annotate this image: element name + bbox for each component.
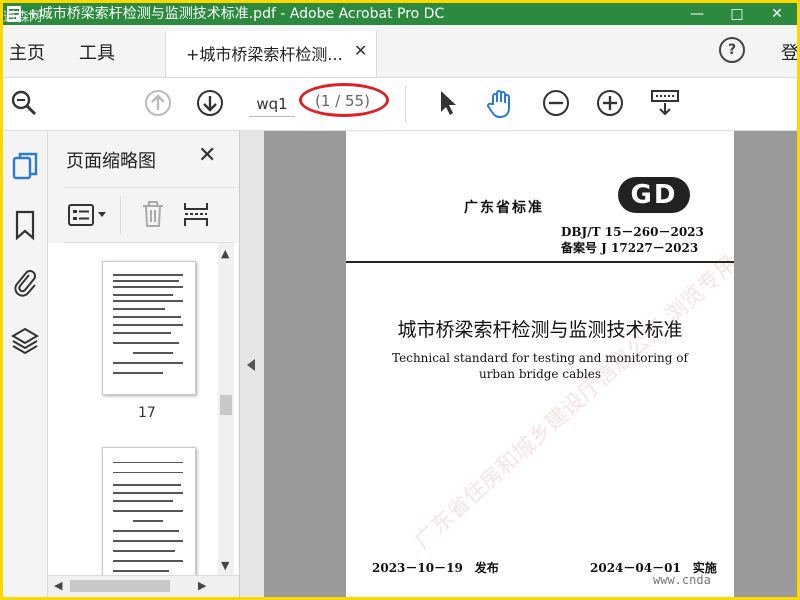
thumb-text-line bbox=[113, 550, 175, 552]
thumbnail-tools bbox=[64, 187, 234, 243]
thumb-text-line bbox=[113, 286, 183, 288]
thumb-text-line bbox=[113, 484, 181, 486]
scrollbar-thumb[interactable] bbox=[220, 395, 232, 415]
thumb-text-line bbox=[113, 294, 173, 296]
thumb-text-line bbox=[133, 520, 163, 522]
zoom-in-icon[interactable] bbox=[595, 88, 625, 118]
collapse-arrow-icon bbox=[247, 359, 255, 371]
bookmark-icon[interactable] bbox=[11, 209, 39, 241]
zoom-out-icon[interactable] bbox=[541, 88, 571, 118]
acrobat-window: +城市桥梁索杆检测与监测技术标准.pdf - Adobe Acrobat Pro… bbox=[3, 3, 797, 597]
document-viewer: 广东省标准 GD DBJ/T 15－260－2023 备案号 J 17227－2… bbox=[240, 131, 797, 597]
standard-type: 广东省标准 bbox=[464, 200, 544, 216]
thumb-text-line bbox=[113, 500, 173, 502]
scroll-up-icon[interactable]: ▲ bbox=[221, 247, 229, 260]
maximize-button[interactable]: □ bbox=[717, 3, 757, 25]
thumb-text-line bbox=[113, 492, 183, 494]
scroll-right-icon[interactable]: ▶ bbox=[198, 579, 206, 592]
scroll-down-icon[interactable]: ▼ bbox=[221, 559, 229, 572]
document-title-en-line2: urban bridge cables bbox=[478, 367, 602, 381]
viewer-margin bbox=[734, 131, 797, 597]
zoom-search-icon[interactable] bbox=[9, 88, 39, 118]
toolbar: wq1 (1 / 55) bbox=[3, 78, 797, 131]
document-tab-label: +城市桥梁索杆检测... bbox=[186, 45, 343, 64]
tab-tools[interactable]: 工具 bbox=[79, 39, 115, 65]
thumb-text-line bbox=[113, 372, 163, 374]
minimize-button[interactable]: — bbox=[677, 3, 717, 25]
thumbnail-page[interactable] bbox=[102, 447, 196, 575]
thumb-text-line bbox=[113, 362, 183, 364]
pdf-page: 广东省标准 GD DBJ/T 15－260－2023 备案号 J 17227－2… bbox=[346, 131, 734, 597]
left-icon-rail bbox=[3, 131, 48, 597]
thumb-text-line bbox=[113, 530, 179, 532]
publish-date: 2023－10－19 发布 bbox=[372, 561, 499, 575]
thumb-text-line bbox=[113, 324, 183, 326]
thumbnail-page-number: 17 bbox=[138, 405, 156, 421]
help-icon[interactable]: ? bbox=[719, 37, 745, 63]
tab-document[interactable]: +城市桥梁索杆检测... ✕ bbox=[165, 31, 377, 77]
thumbnail-page[interactable] bbox=[102, 261, 196, 395]
toolbar-divider bbox=[405, 86, 406, 122]
thumbnail-list: 17 bbox=[48, 243, 239, 575]
thumbnail-vertical-scrollbar[interactable]: ▲ ▼ bbox=[218, 243, 234, 575]
hand-tool-icon[interactable] bbox=[485, 88, 517, 120]
thumbnail-horizontal-scrollbar[interactable]: ◀ ▶ bbox=[48, 575, 239, 596]
collapse-panel-button[interactable] bbox=[240, 131, 264, 597]
thumb-text-line bbox=[113, 540, 183, 542]
attachment-icon[interactable] bbox=[11, 267, 39, 299]
red-annotation-ellipse bbox=[299, 83, 389, 117]
delete-page-icon[interactable] bbox=[140, 200, 166, 228]
title-bar: +城市桥梁索杆检测与监测技术标准.pdf - Adobe Acrobat Pro… bbox=[3, 3, 797, 25]
layers-icon[interactable] bbox=[11, 325, 39, 357]
close-window-button[interactable]: ✕ bbox=[757, 3, 797, 25]
page-display-icon[interactable] bbox=[649, 88, 681, 118]
tab-home[interactable]: 主页 bbox=[9, 39, 45, 65]
thumb-text-line bbox=[113, 300, 183, 302]
page-thumbnails-icon[interactable] bbox=[11, 151, 39, 183]
thumb-diagram-line bbox=[113, 462, 183, 463]
thumb-text-line bbox=[113, 342, 179, 344]
tools-divider bbox=[120, 196, 121, 234]
record-number: 备案号 J 17227－2023 bbox=[561, 241, 699, 255]
page-number-input[interactable]: wq1 bbox=[249, 92, 295, 117]
window-title: +城市桥梁索杆检测与监测技术标准.pdf - Adobe Acrobat Pro… bbox=[27, 6, 445, 22]
scrollbar-thumb[interactable] bbox=[70, 580, 170, 592]
thumb-text-line bbox=[113, 280, 179, 282]
thumb-text-line bbox=[113, 560, 183, 562]
gd-logo: GD bbox=[618, 177, 690, 213]
site-watermark: www.cnda bbox=[653, 573, 711, 587]
login-button[interactable]: 登 bbox=[781, 39, 797, 65]
close-tab-icon[interactable]: ✕ bbox=[354, 41, 367, 60]
panel-close-icon[interactable]: ✕ bbox=[198, 143, 216, 168]
thumbnail-options-icon[interactable] bbox=[66, 202, 110, 228]
document-title-en-line1: Technical standard for testing and monit… bbox=[392, 351, 688, 365]
panel-title: 页面缩略图 bbox=[66, 151, 156, 172]
thumbnail-panel: 页面缩略图 ✕ 17 ▲ ▼ ◀ ▶ bbox=[48, 131, 240, 597]
header-rule bbox=[346, 261, 734, 263]
tab-bar: 主页 工具 +城市桥梁索杆检测... ✕ ? 登 bbox=[3, 25, 797, 78]
thumb-text-line bbox=[113, 316, 181, 318]
thumb-text-line bbox=[113, 570, 169, 572]
thumb-text-line bbox=[113, 332, 171, 334]
thumb-text-line bbox=[133, 352, 173, 354]
thumb-text-line bbox=[113, 510, 183, 512]
thumb-text-line bbox=[113, 308, 165, 310]
thumb-diagram-line bbox=[113, 472, 183, 473]
scroll-left-icon[interactable]: ◀ bbox=[54, 579, 62, 592]
thumb-text-line bbox=[113, 274, 183, 276]
next-page-icon[interactable] bbox=[195, 88, 225, 118]
previous-page-icon[interactable] bbox=[143, 88, 173, 118]
select-arrow-icon[interactable] bbox=[435, 88, 461, 118]
standard-code: DBJ/T 15－260－2023 bbox=[561, 225, 704, 239]
insert-page-icon[interactable] bbox=[182, 200, 212, 228]
